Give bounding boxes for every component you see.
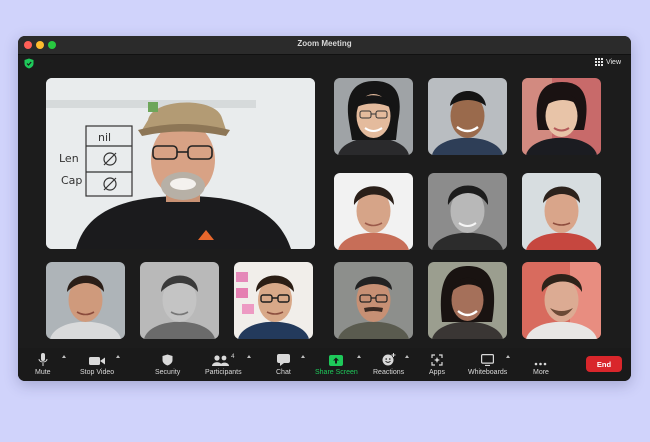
apps-button[interactable]: Apps — [429, 352, 445, 376]
end-meeting-button[interactable]: End — [586, 356, 622, 372]
mute-label: Mute — [35, 369, 51, 376]
reactions-button[interactable]: Reactions — [373, 352, 404, 376]
view-label: View — [605, 58, 621, 66]
security-shield-icon — [162, 354, 173, 366]
reactions-options-caret[interactable] — [405, 355, 409, 358]
stop-video-button[interactable]: Stop Video — [80, 352, 114, 376]
chat-label: Chat — [276, 369, 291, 376]
title-bar: Zoom Meeting — [18, 36, 631, 55]
participants-count: 4 — [231, 354, 235, 360]
chat-button[interactable]: Chat — [276, 352, 291, 376]
zoom-window: Zoom Meeting View nil Len Cap Mute Stop … — [18, 36, 631, 381]
whiteboards-label: Whiteboards — [468, 369, 508, 376]
whiteboard-cap: Cap — [61, 174, 82, 187]
participants-button[interactable]: 4 Participants — [205, 352, 242, 376]
participant-video[interactable] — [522, 173, 601, 250]
view-button[interactable]: View — [594, 58, 621, 66]
whiteboard-nil: nil — [98, 131, 111, 144]
whiteboards-button[interactable]: Whiteboards — [468, 352, 507, 376]
video-camera-icon — [89, 357, 106, 365]
grid-view-icon — [594, 58, 603, 66]
chat-options-caret[interactable] — [301, 355, 305, 358]
participant-video[interactable] — [522, 262, 601, 339]
security-button[interactable]: Security — [155, 352, 180, 376]
participant-video[interactable] — [428, 78, 507, 155]
participant-video[interactable] — [428, 173, 507, 250]
more-label: More — [533, 369, 549, 376]
reactions-smiley-icon — [382, 353, 396, 366]
whiteboards-options-caret[interactable] — [506, 355, 510, 358]
participant-video[interactable] — [428, 262, 507, 339]
security-label: Security — [155, 369, 181, 376]
share-options-caret[interactable] — [357, 355, 361, 358]
whiteboard-len: Len — [59, 152, 79, 165]
share-screen-button[interactable]: Share Screen — [315, 352, 358, 376]
participant-video[interactable] — [234, 262, 313, 339]
reactions-label: Reactions — [373, 369, 405, 376]
participant-video[interactable] — [46, 262, 125, 339]
chat-bubble-icon — [276, 354, 290, 366]
meeting-toolbar: Mute Stop Video Security 4 Participants … — [18, 348, 631, 381]
share-screen-icon — [329, 355, 344, 366]
participant-video[interactable] — [140, 262, 219, 339]
apps-icon — [431, 354, 443, 366]
more-dots-icon — [535, 362, 547, 366]
participants-options-caret[interactable] — [247, 355, 251, 358]
participant-video[interactable] — [334, 78, 413, 155]
stop-video-label: Stop Video — [80, 369, 115, 376]
participants-label: Participants — [205, 369, 242, 376]
whiteboard-icon — [481, 354, 495, 366]
participant-video[interactable] — [522, 78, 601, 155]
participant-video[interactable] — [334, 173, 413, 250]
share-screen-label: Share Screen — [315, 369, 358, 376]
apps-label: Apps — [429, 369, 445, 376]
active-speaker-video[interactable]: nil Len Cap — [46, 78, 315, 249]
participant-video[interactable] — [334, 262, 413, 339]
mute-button[interactable]: Mute — [35, 352, 51, 376]
video-options-caret[interactable] — [116, 355, 120, 358]
microphone-icon — [38, 353, 48, 366]
audio-options-caret[interactable] — [62, 355, 66, 358]
more-button[interactable]: More — [533, 352, 549, 376]
participants-icon — [212, 355, 230, 366]
encryption-shield-icon[interactable] — [24, 58, 34, 69]
window-title: Zoom Meeting — [297, 39, 352, 48]
